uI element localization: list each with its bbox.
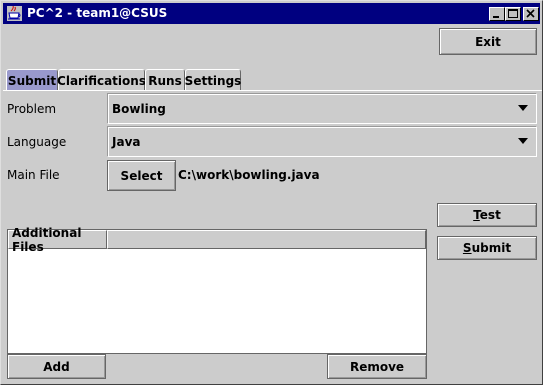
problem-value: Bowling: [112, 102, 166, 116]
submit-mnemonic: S: [462, 241, 472, 255]
close-icon: [526, 9, 535, 18]
tab-runs[interactable]: Runs: [145, 69, 185, 91]
select-file-button[interactable]: Select: [107, 160, 176, 191]
add-button-label: Add: [43, 359, 70, 374]
window-title: PC^2 - team1@CSUS: [27, 6, 168, 20]
chevron-down-icon: [518, 138, 528, 144]
problem-dropdown[interactable]: Bowling: [107, 93, 537, 124]
main-file-path: C:\work\bowling.java: [178, 168, 320, 182]
tab-settings-label: Settings: [184, 73, 242, 88]
test-mnemonic: T: [473, 208, 480, 222]
column-header-label: Additional Files: [12, 225, 82, 254]
chevron-down-icon: [518, 105, 528, 111]
test-button-label: Test: [473, 208, 501, 222]
minimize-button[interactable]: [489, 7, 505, 21]
title-bar[interactable]: PC^2 - team1@CSUS: [3, 3, 540, 24]
column-header-additional-files[interactable]: Additional Files: [8, 226, 107, 254]
language-label: Language: [7, 135, 67, 149]
remove-button-label: Remove: [349, 359, 405, 374]
java-cup-icon: [7, 6, 22, 21]
maximize-icon: [508, 9, 518, 18]
language-value: Java: [112, 135, 141, 149]
tab-submit[interactable]: Submit: [6, 69, 58, 91]
main-file-label: Main File: [7, 168, 60, 182]
app-window: PC^2 - team1@CSUS Exit Submit Clarificat…: [0, 0, 543, 385]
column-header-empty[interactable]: [107, 230, 426, 249]
submit-button[interactable]: Submit: [437, 236, 537, 260]
exit-button-label: Exit: [475, 34, 501, 49]
close-button[interactable]: [523, 7, 539, 21]
minimize-icon: [493, 16, 499, 18]
test-label-rest: est: [479, 208, 501, 222]
select-button-label: Select: [120, 168, 163, 183]
exit-button[interactable]: Exit: [439, 28, 537, 55]
submit-button-label: Submit: [463, 241, 511, 255]
additional-files-table[interactable]: Additional Files: [7, 226, 427, 354]
maximize-button[interactable]: [505, 7, 521, 21]
submit-label-rest: ubmit: [471, 241, 512, 255]
language-dropdown[interactable]: Java: [107, 126, 537, 157]
add-file-button[interactable]: Add: [7, 354, 106, 379]
test-button[interactable]: Test: [437, 203, 537, 227]
tab-submit-label: Submit: [7, 73, 57, 88]
tab-clarifications[interactable]: Clarifications: [57, 69, 146, 91]
tab-divider: [3, 90, 542, 91]
remove-file-button[interactable]: Remove: [327, 354, 427, 379]
problem-label: Problem: [7, 102, 57, 116]
tab-runs-label: Runs: [148, 73, 182, 88]
tab-settings[interactable]: Settings: [185, 69, 241, 91]
tab-clarifications-label: Clarifications: [57, 73, 146, 88]
